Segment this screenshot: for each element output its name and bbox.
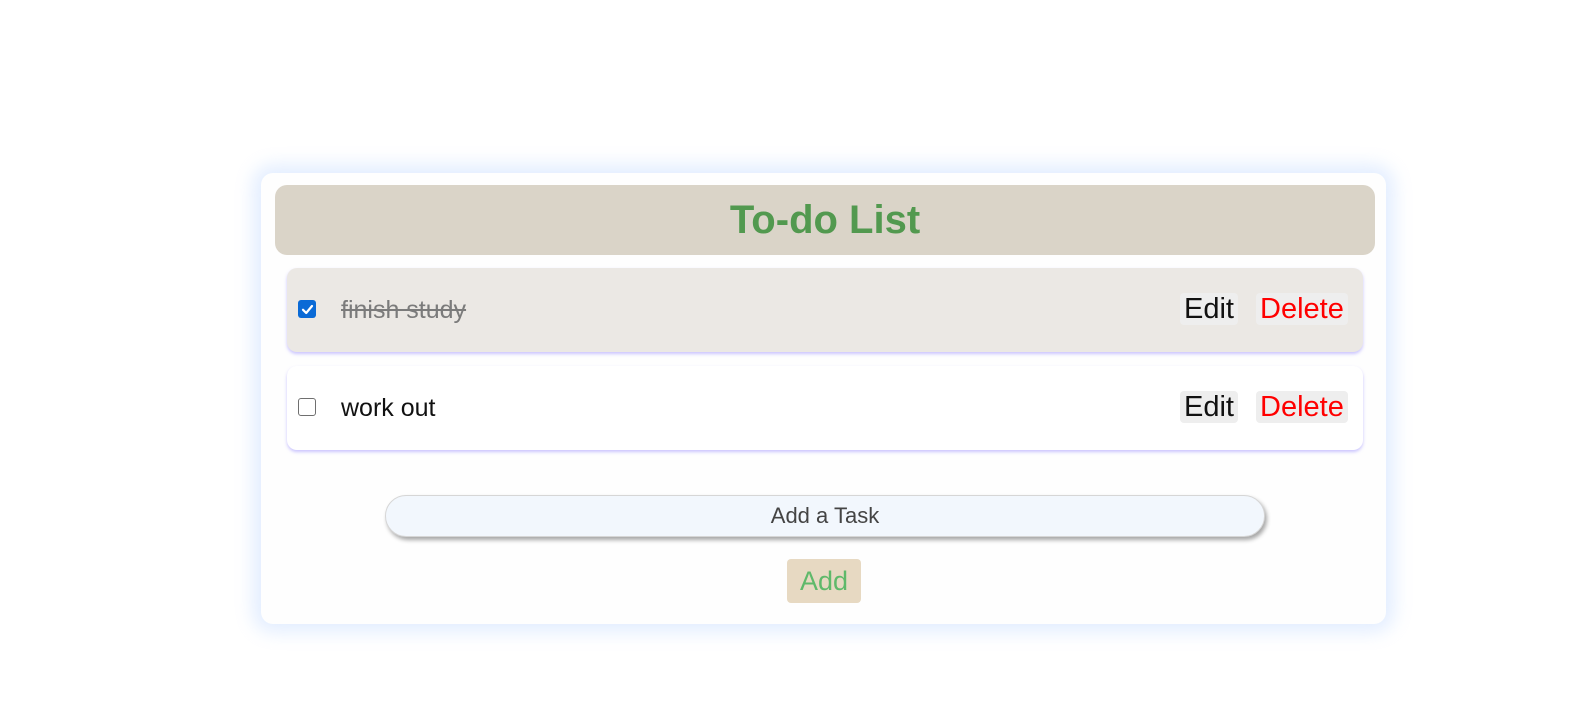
task-checkbox[interactable] bbox=[298, 300, 316, 318]
add-task-input[interactable] bbox=[385, 495, 1265, 537]
task-checkbox[interactable] bbox=[298, 398, 316, 416]
task-item-work-out: work out Edit Delete bbox=[287, 366, 1363, 450]
checkmark-icon bbox=[301, 304, 313, 314]
delete-button[interactable]: Delete bbox=[1256, 293, 1348, 325]
task-text: work out bbox=[341, 394, 436, 422]
page-title: To-do List bbox=[729, 197, 921, 242]
task-text: finish study bbox=[341, 296, 467, 324]
edit-button[interactable]: Edit bbox=[1180, 391, 1238, 423]
task-item-finish-study: finish study Edit Delete bbox=[287, 268, 1363, 352]
header-banner: To-do List bbox=[275, 185, 1375, 255]
todo-card: To-do List finish study Edit Delete work… bbox=[261, 173, 1386, 624]
delete-button[interactable]: Delete bbox=[1256, 391, 1348, 423]
edit-button[interactable]: Edit bbox=[1180, 293, 1238, 325]
add-button[interactable]: Add bbox=[787, 559, 861, 603]
